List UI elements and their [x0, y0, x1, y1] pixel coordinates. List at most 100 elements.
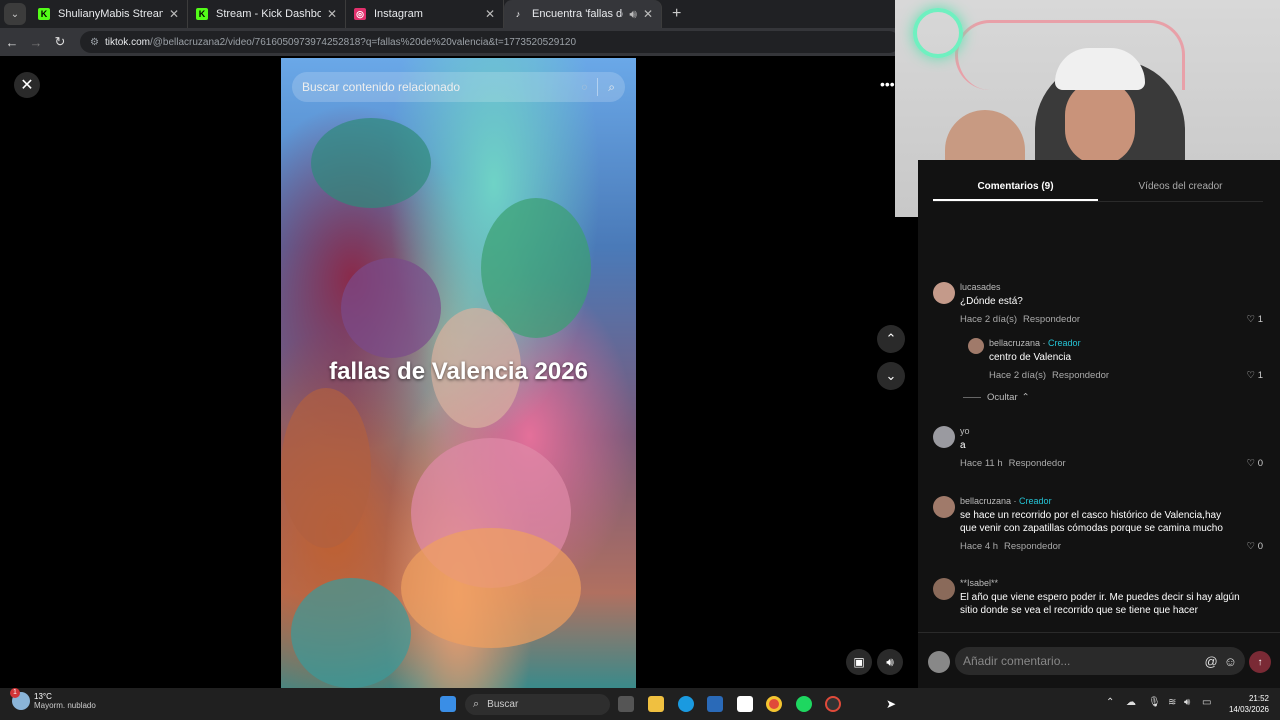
- avatar[interactable]: [933, 578, 955, 600]
- clock-time: 21:52: [1248, 694, 1269, 703]
- network-app-icon[interactable]: ☁: [1126, 697, 1136, 708]
- browser-tab[interactable]: ◎ Instagram ✕: [346, 0, 504, 28]
- taskbar-clock[interactable]: 21:52 14/03/2026: [1224, 693, 1269, 715]
- related-search-bar[interactable]: Buscar contenido relacionado ◌ ⌕: [292, 72, 625, 102]
- url-field[interactable]: ⚙ tiktok.com/@bellacruzana2/video/761605…: [80, 31, 900, 53]
- close-tab-icon[interactable]: ✕: [169, 7, 179, 21]
- emoji-icon[interactable]: ☺: [1224, 654, 1237, 669]
- comment-username[interactable]: yo: [960, 426, 1240, 436]
- search-icon[interactable]: ⌕: [608, 80, 615, 95]
- hide-replies-button[interactable]: Ocultar ⌃: [963, 392, 1030, 403]
- weather-description: Mayorm. nublado: [34, 701, 96, 710]
- comment-time: Hace 2 día(s): [960, 314, 1018, 325]
- reload-icon[interactable]: ↻: [48, 34, 72, 50]
- taskbar-search[interactable]: ⌕ Buscar: [465, 694, 610, 715]
- more-options-icon[interactable]: •••: [880, 76, 895, 92]
- avatar[interactable]: [968, 338, 984, 354]
- edge-icon[interactable]: [678, 696, 694, 712]
- spotify-icon[interactable]: [796, 696, 812, 712]
- comment-time: Hace 4 h: [960, 541, 999, 552]
- picture-in-picture-icon[interactable]: ▣: [846, 649, 872, 675]
- store-icon[interactable]: [707, 696, 723, 712]
- close-video-button[interactable]: ✕: [14, 72, 40, 98]
- reply-button[interactable]: Respondedor: [1009, 458, 1066, 469]
- comment-text: centro de Valencia: [989, 352, 1072, 363]
- task-view-icon[interactable]: [618, 696, 634, 712]
- clock-date: 14/03/2026: [1228, 705, 1269, 714]
- file-explorer-icon[interactable]: [648, 696, 664, 712]
- tab-search-menu-button[interactable]: ⌄: [4, 3, 26, 25]
- browser-tab-active[interactable]: ♪ Encuentra 'fallas de valencia 🔊︎ ✕: [504, 0, 662, 28]
- reply-button[interactable]: Respondedor: [1052, 370, 1109, 381]
- new-tab-button[interactable]: +: [672, 5, 681, 23]
- comment-username[interactable]: bellacruzana: [989, 338, 1040, 348]
- comment-composer: Añadir comentario... @ ☺ ↑: [918, 632, 1280, 688]
- avatar: [928, 651, 950, 673]
- tab-title: Instagram: [374, 8, 423, 20]
- comment-username[interactable]: **Isabel**: [960, 578, 1240, 588]
- weather-widget[interactable]: 1 13°C Mayorm. nublado: [10, 688, 96, 710]
- chevron-up-icon[interactable]: ⌃: [1106, 697, 1114, 708]
- divider: [597, 78, 599, 96]
- wifi-icon[interactable]: ≋: [1168, 697, 1176, 708]
- tab-title: ShulianyMabis Stream - Watch: [58, 8, 163, 20]
- chrome-icon[interactable]: [766, 696, 782, 712]
- next-video-button[interactable]: ⌄: [877, 362, 905, 390]
- obs-icon[interactable]: [825, 696, 841, 712]
- volume-icon[interactable]: 🔊︎: [877, 649, 903, 675]
- app-y-icon[interactable]: [737, 696, 753, 712]
- microphone-icon[interactable]: 🎙︎: [1148, 697, 1161, 708]
- close-tab-icon[interactable]: ✕: [485, 7, 495, 21]
- tiktok-icon: ♪: [515, 9, 521, 19]
- search-icon: ⌕: [473, 698, 480, 710]
- close-tab-icon[interactable]: ✕: [327, 7, 337, 21]
- url-path: /@bellacruzana2/video/761605097397425281…: [149, 36, 577, 48]
- comments-tabs: Comentarios (9) Vídeos del creador: [933, 176, 1263, 202]
- avatar[interactable]: [933, 282, 955, 304]
- back-icon[interactable]: ←: [0, 35, 24, 50]
- tab-comments[interactable]: Comentarios (9): [933, 176, 1098, 201]
- like-button[interactable]: ♡ 1: [1247, 314, 1263, 325]
- windows-taskbar: 1 13°C Mayorm. nublado ⌕ Buscar ⌃ ☁ 🎙︎ ≋ …: [0, 688, 1280, 720]
- send-comment-button[interactable]: ↑: [1249, 651, 1271, 673]
- like-button[interactable]: ♡ 1: [1247, 370, 1263, 381]
- windows-start-icon[interactable]: [440, 696, 456, 712]
- hide-replies-label: Ocultar: [987, 392, 1018, 403]
- avatar[interactable]: [933, 496, 955, 518]
- browser-tab[interactable]: K Stream - Kick Dashboard ✕: [188, 0, 346, 28]
- comment-username[interactable]: lucasades: [960, 282, 1240, 292]
- like-button[interactable]: ♡ 0: [1247, 541, 1263, 552]
- tab-creator-videos[interactable]: Vídeos del creador: [1098, 176, 1263, 201]
- video-scene-shape: [341, 258, 441, 358]
- video-player[interactable]: Buscar contenido relacionado ◌ ⌕ fallas …: [281, 58, 636, 688]
- site-info-icon[interactable]: ⚙: [90, 37, 99, 48]
- battery-icon[interactable]: ▭: [1202, 697, 1211, 708]
- avatar[interactable]: [933, 426, 955, 448]
- add-comment-input[interactable]: Añadir comentario... @ ☺: [955, 647, 1245, 675]
- mention-icon[interactable]: @: [1205, 654, 1218, 669]
- comments-panel: Comentarios (9) Vídeos del creador lucas…: [918, 160, 1280, 632]
- tab-title: Encuentra 'fallas de valencia: [532, 8, 623, 20]
- browser-tab[interactable]: K ShulianyMabis Stream - Watch ✕: [30, 0, 188, 28]
- like-button[interactable]: ♡ 0: [1247, 458, 1263, 469]
- reply-button[interactable]: Respondedor: [1004, 541, 1061, 552]
- comment-time: Hace 11 h: [960, 458, 1003, 469]
- forward-icon[interactable]: →: [24, 35, 48, 50]
- comment-text: a: [960, 440, 966, 451]
- like-count: 1: [1257, 370, 1263, 381]
- taskbar-search-label: Buscar: [487, 699, 519, 710]
- cloud-icon: 1: [10, 688, 30, 710]
- comment-username[interactable]: bellacruzana: [960, 496, 1011, 506]
- related-search-label: Buscar contenido relacionado: [302, 80, 461, 94]
- volume-icon[interactable]: 🔊︎: [1184, 697, 1190, 708]
- reply-button[interactable]: Respondedor: [1023, 314, 1080, 325]
- close-tab-icon[interactable]: ✕: [643, 7, 653, 21]
- notification-badge: 1: [10, 688, 20, 698]
- temperature: 13°C: [34, 692, 52, 701]
- comment-text: ¿Dónde está?: [960, 296, 1023, 307]
- video-caption: fallas de Valencia 2026: [329, 358, 588, 385]
- mouse-cursor: ➤: [886, 697, 897, 711]
- previous-video-button[interactable]: ⌃: [877, 325, 905, 353]
- creator-badge: Creador: [1019, 496, 1052, 506]
- speaker-icon[interactable]: 🔊︎: [629, 7, 637, 22]
